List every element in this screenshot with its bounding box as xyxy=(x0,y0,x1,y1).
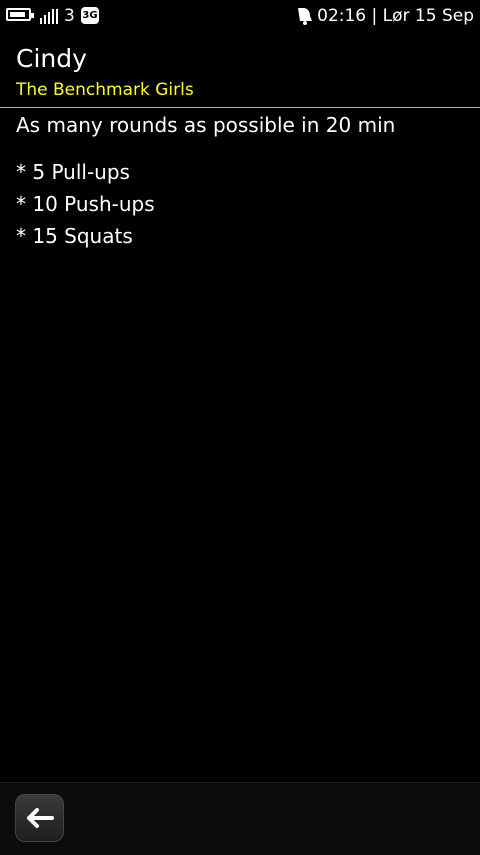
status-datetime: 02:16 | Lør 15 Sep xyxy=(317,6,474,26)
page-header: Cindy The Benchmark Girls xyxy=(0,34,480,107)
exercise-item: * 5 Pull-ups xyxy=(16,160,130,184)
status-bar: 3 3G 02:16 | Lør 15 Sep xyxy=(0,0,480,34)
signal-icon xyxy=(40,8,60,24)
carrier-label: 3 xyxy=(64,6,75,26)
back-button[interactable] xyxy=(15,794,64,842)
workout-content: As many rounds as possible in 20 min * 5… xyxy=(16,112,466,252)
exercise-item: * 10 Push-ups xyxy=(16,192,155,216)
workout-description: As many rounds as possible in 20 min xyxy=(16,113,396,137)
notification-icon xyxy=(298,8,312,25)
exercise-item: * 15 Squats xyxy=(16,224,133,248)
bottom-toolbar xyxy=(0,782,480,855)
page-title: Cindy xyxy=(16,44,87,73)
header-divider xyxy=(0,107,480,108)
back-arrow-icon xyxy=(26,808,54,828)
page-subtitle: The Benchmark Girls xyxy=(16,80,194,100)
network-3g-icon: 3G xyxy=(81,7,99,24)
battery-icon xyxy=(6,8,34,21)
